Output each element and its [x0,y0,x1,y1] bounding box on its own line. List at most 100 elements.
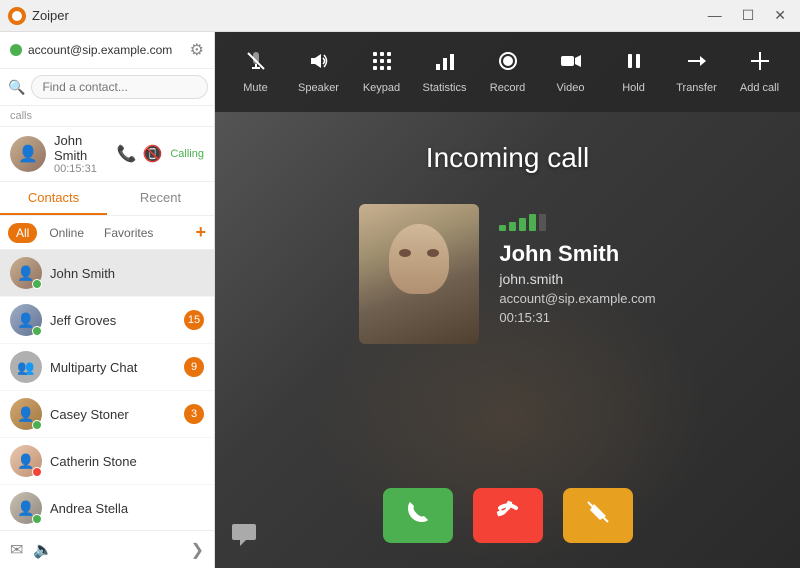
title-bar-left: Zoiper [8,7,69,25]
search-bar: 🔍 ⊞ [0,69,214,106]
call-info-area: Incoming call [215,112,800,463]
contact-name: Multiparty Chat [50,360,176,375]
filter-favorites[interactable]: Favorites [96,223,161,243]
list-item[interactable]: 👤 Jeff Groves 15 [0,297,214,344]
record-label: Record [490,82,525,94]
status-indicator [32,279,42,289]
minimize-button[interactable]: — [702,5,728,26]
list-item[interactable]: 👤 Casey Stoner 3 [0,391,214,438]
settings-icon[interactable]: ⚙ [190,40,204,60]
search-input[interactable] [31,75,208,99]
list-item[interactable]: 👤 John Smith [0,250,214,297]
add-call-label: Add call [740,82,779,94]
speaker-button[interactable]: Speaker [291,42,346,102]
record-icon [497,50,519,78]
hangup-phone-icon [494,498,522,533]
transfer-label: Transfer [676,82,717,94]
maximize-button[interactable]: ☐ [736,5,761,26]
video-button[interactable]: Video [543,42,598,102]
answer-phone-icon [404,498,432,533]
call-time: 00:15:31 [54,163,109,175]
bottom-bar: ✉ 🔈 ❯ [0,530,214,568]
call-actions: 📞 📵 [117,144,163,164]
close-button[interactable]: ✕ [768,5,792,26]
title-bar: Zoiper — ☐ ✕ [0,0,800,32]
speaker-icon [308,50,330,78]
list-item[interactable]: 👤 Andrea Stella [0,485,214,530]
left-panel: account@sip.example.com ⚙ 🔍 ⊞ calls 👤 Jo… [0,32,215,568]
caller-account: account@sip.example.com [499,291,655,306]
account-info: account@sip.example.com [10,43,172,57]
message-badge: 15 [184,310,204,330]
right-panel: Mute Speaker [215,32,800,568]
mute-label: Mute [243,82,267,94]
status-indicator [32,467,42,477]
signal-bar-3 [519,218,526,231]
app-logo [8,7,26,25]
mute-icon [245,50,267,78]
tab-contacts[interactable]: Contacts [0,182,107,215]
statistics-icon [434,50,456,78]
keypad-label: Keypad [363,82,400,94]
calls-section-label: calls [0,106,214,127]
speaker-label: Speaker [298,82,339,94]
status-indicator [32,326,42,336]
contact-avatar: 👤 [10,492,42,524]
message-badge: 9 [184,357,204,377]
filter-tabs: All Online Favorites + [0,216,214,250]
contact-name: Andrea Stella [50,501,204,516]
signal-bar-4 [529,214,536,231]
filter-all[interactable]: All [8,223,37,243]
mute-call-icon [584,498,612,533]
status-indicator [32,514,42,524]
add-call-button[interactable]: Add call [732,42,787,102]
add-filter-button[interactable]: + [195,222,206,243]
contact-avatar: 👤 [10,304,42,336]
contact-avatar: 👥 [10,351,42,383]
contact-name: John Smith [50,266,204,281]
answer-icon[interactable]: 📞 [117,144,137,164]
hold-icon [623,50,645,78]
contact-name: Catherin Stone [50,454,204,469]
mute-call-button[interactable] [563,488,633,543]
list-item[interactable]: 👤 Catherin Stone [0,438,214,485]
incoming-call-label: Incoming call [426,142,589,174]
search-icon: 🔍 [8,79,25,96]
keypad-button[interactable]: Keypad [354,42,409,102]
caller-name: John Smith [499,241,655,267]
statistics-button[interactable]: Statistics [417,42,472,102]
statistics-label: Statistics [422,82,466,94]
contact-avatar: 👤 [10,257,42,289]
status-indicator [32,420,42,430]
message-badge: 3 [184,404,204,424]
contact-avatar: 👤 [10,398,42,430]
hangup-icon[interactable]: 📵 [142,144,162,164]
record-button[interactable]: Record [480,42,535,102]
list-item[interactable]: 👥 Multiparty Chat 9 [0,344,214,391]
hold-label: Hold [622,82,645,94]
mute-button[interactable]: Mute [228,42,283,102]
video-icon [560,50,582,78]
filter-online[interactable]: Online [41,223,92,243]
signal-bar-1 [499,225,506,231]
call-avatar: 👤 [10,136,46,172]
app-title: Zoiper [32,8,69,23]
hangup-button[interactable] [473,488,543,543]
main-tabs: Contacts Recent [0,182,214,216]
window-controls: — ☐ ✕ [702,5,792,26]
active-call-item[interactable]: 👤 John Smith 00:15:31 📞 📵 Calling [0,127,214,182]
volume-icon[interactable]: 🔈 [33,540,53,560]
expand-icon[interactable]: ❯ [191,540,204,560]
hold-button[interactable]: Hold [606,42,661,102]
account-bar: account@sip.example.com ⚙ [0,32,214,69]
signal-bar-2 [509,222,516,231]
transfer-button[interactable]: Transfer [669,42,724,102]
caller-details: John Smith john.smith account@sip.exampl… [499,204,655,325]
contact-name: Casey Stoner [50,407,176,422]
contact-name: Jeff Groves [50,313,176,328]
tab-recent[interactable]: Recent [107,182,214,215]
voicemail-icon[interactable]: ✉ [10,540,23,560]
chat-icon-area[interactable] [230,520,258,553]
answer-button[interactable] [383,488,453,543]
contact-avatar: 👤 [10,445,42,477]
